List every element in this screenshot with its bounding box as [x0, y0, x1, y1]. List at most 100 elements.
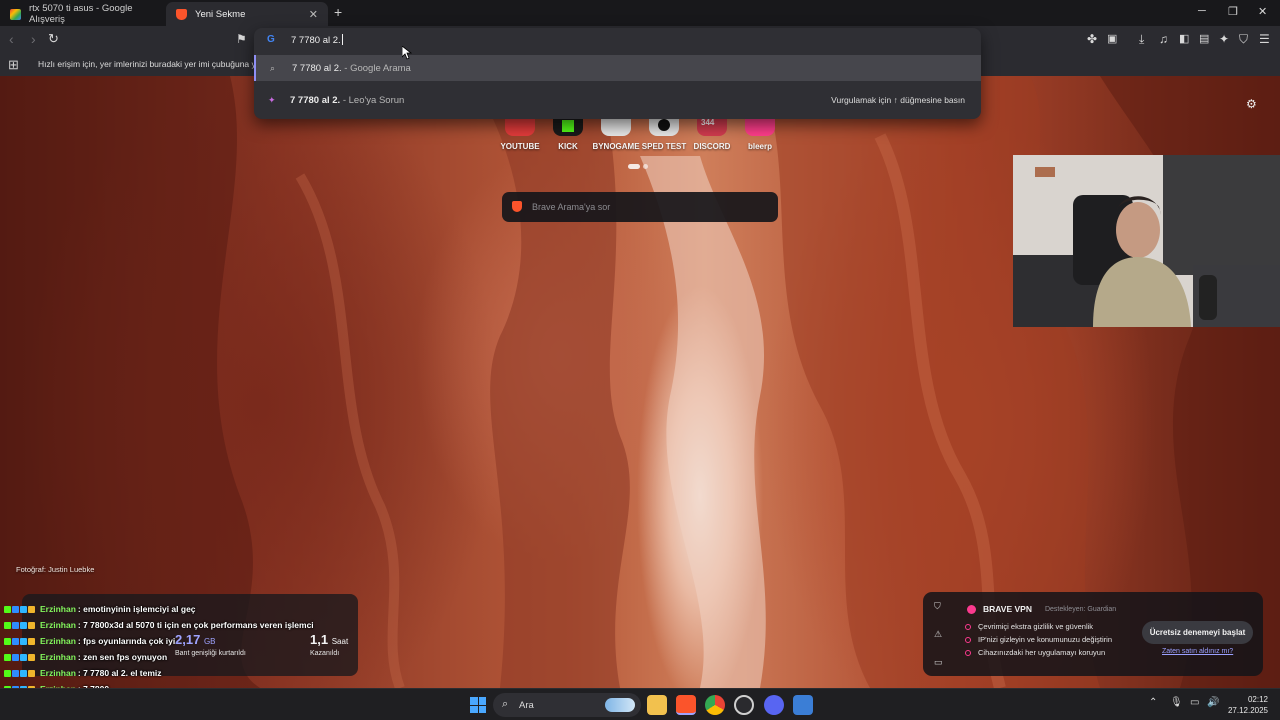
forward-button[interactable]: ›	[31, 32, 36, 46]
search-icon: ⌕	[502, 698, 509, 710]
webcam-feed	[1013, 155, 1280, 327]
tab-search-icon[interactable]: ▣	[1107, 32, 1117, 46]
suggestion-text: 7 7780 al 2. - Google Arama	[292, 63, 411, 74]
taskbar-search[interactable]: ⌕ Ara	[493, 693, 641, 717]
top-site-label: YOUTUBE	[500, 142, 540, 151]
tab-title: rtx 5070 ti asus - Google Alışveriş	[29, 3, 133, 25]
vpn-already-purchased-link[interactable]: Zaten satın aldınız mı?	[1162, 648, 1233, 655]
tab-google-shopping[interactable]: rtx 5070 ti asus - Google Alışveriş	[0, 2, 165, 26]
address-bar[interactable]: G 7 7780 al 2.	[254, 28, 981, 53]
leo-icon[interactable]: ✦	[1219, 32, 1229, 46]
minimize-button[interactable]: ─	[1198, 5, 1206, 17]
bandwidth-unit: GB	[203, 637, 216, 646]
page-dot-active[interactable]	[628, 164, 640, 169]
microphone-icon[interactable]: 🎙	[1170, 697, 1183, 708]
vpn-header: BRAVE VPN Destekleyen: Guardian	[967, 604, 1116, 614]
vpn-logo-icon	[967, 604, 976, 614]
search-highlight-image	[605, 698, 635, 712]
chat-message: Erzinhan : 7 7780 al 2. el temiz	[4, 666, 162, 680]
address-text: 7 7780 al 2.	[291, 35, 341, 46]
vpn-shield-icon: ⛉	[934, 601, 941, 611]
file-explorer-icon[interactable]	[647, 695, 667, 715]
menu-icon[interactable]: ☰	[1259, 32, 1270, 46]
chat-badges	[4, 669, 35, 677]
page-dot[interactable]	[643, 164, 648, 169]
chat-badges	[4, 621, 35, 629]
taskbar-clock[interactable]: 02:12 27.12.2025	[1226, 694, 1268, 716]
reload-button[interactable]: ↻	[48, 32, 59, 46]
omnibox-popup: G 7 7780 al 2. ⌕ 7 7780 al 2. - Google A…	[254, 28, 981, 119]
close-icon[interactable]: ✕	[309, 8, 318, 21]
address-bar-value[interactable]: 7 7780 al 2.	[291, 34, 343, 46]
vpn-trial-button[interactable]: Ücretsiz denemeyi başlat	[1142, 621, 1253, 644]
top-site-label: BYNOGAME	[592, 142, 640, 151]
bleerp-icon	[745, 118, 775, 136]
shield-icon[interactable]: ⛉	[1239, 32, 1248, 46]
chat-username: Erzinhan	[40, 652, 76, 662]
time-number: 1,1	[310, 632, 329, 647]
vpn-title: BRAVE VPN	[983, 604, 1032, 614]
download-icon[interactable]: ⤓	[1139, 32, 1144, 46]
top-site-kick[interactable]: KICK	[544, 118, 592, 151]
suggestion-source: - Google Arama	[341, 62, 411, 74]
brave-search-box[interactable]: Brave Arama'ya sor	[502, 192, 778, 222]
clock-time: 02:12	[1247, 695, 1268, 704]
chat-username: Erzinhan	[40, 604, 76, 614]
chat-username: Erzinhan	[40, 668, 76, 678]
top-site-youtube[interactable]: YOUTUBE	[496, 118, 544, 151]
suggestion-google-search[interactable]: ⌕ 7 7780 al 2. - Google Arama	[254, 55, 981, 81]
search-icon: ⌕	[270, 62, 276, 73]
suggestion-ask-leo[interactable]: ✦ 7 7780 al 2. - Leo'ya Sorun Vurgulamak…	[254, 87, 981, 113]
top-site-speedtest[interactable]: SPED TEST	[640, 118, 688, 151]
network-icon[interactable]: ▭	[1190, 697, 1199, 708]
restore-button[interactable]: ❐	[1228, 5, 1238, 18]
windows-taskbar: ⌕ Ara ⌃ 🎙 ▭ 🔊 02:12 27.12.2025	[0, 688, 1280, 720]
vpn-alert-icon: ⚠	[934, 629, 943, 639]
top-site-label: KICK	[558, 142, 578, 151]
brave-taskbar-icon[interactable]	[676, 695, 696, 715]
gear-icon[interactable]: ⚙	[1246, 97, 1257, 111]
bandwidth-value: 2,17 GB	[175, 632, 216, 647]
sidebar-icon[interactable]: ◧	[1179, 32, 1189, 46]
discord-taskbar-icon[interactable]	[764, 695, 784, 715]
volume-icon[interactable]: 🔊	[1207, 697, 1219, 708]
top-site-bynogame[interactable]: BYNOGAME	[592, 118, 640, 151]
google-icon: G	[267, 34, 275, 45]
suggestion-query: 7 7780 al 2.	[290, 94, 341, 106]
extensions-icon[interactable]: ✤	[1087, 32, 1097, 46]
chat-text: : 7 7800x3d al 5070 ti için en çok perfo…	[77, 620, 314, 630]
clock-date: 27.12.2025	[1227, 706, 1268, 715]
wallet-icon[interactable]: ▤	[1199, 32, 1209, 46]
chat-username: Erzinhan	[40, 620, 76, 630]
top-site-bleerp[interactable]: bleerp	[736, 118, 784, 151]
vpn-feature: Çevrimiçi ekstra gizlilik ve güvenlik	[965, 622, 1093, 631]
bookmark-icon[interactable]: ⚑	[236, 32, 247, 46]
bookmarks-hint: Hızlı erişim için, yer imlerinizi burada…	[38, 59, 291, 69]
back-button[interactable]: ‹	[9, 32, 14, 46]
check-icon	[965, 649, 971, 656]
bandwidth-label: Bant genişliği kurtarıldı	[175, 650, 246, 657]
new-tab-button[interactable]: +	[334, 4, 342, 20]
check-icon	[965, 623, 971, 630]
page-indicator[interactable]	[628, 164, 648, 169]
photo-credit: Fotoğraf: Justin Luebke	[16, 565, 95, 574]
tray-overflow-icon[interactable]: ⌃	[1149, 697, 1157, 708]
obs-icon[interactable]	[734, 695, 754, 715]
remote-desktop-icon[interactable]	[793, 695, 813, 715]
apps-grid-icon[interactable]: ⊞	[8, 57, 19, 73]
chrome-icon[interactable]	[705, 695, 725, 715]
tab-new-tab[interactable]: Yeni Sekme ✕	[166, 2, 328, 26]
media-icon[interactable]: ♫	[1159, 32, 1168, 46]
close-window-button[interactable]: ✕	[1258, 5, 1267, 18]
vpn-feature: IP'nizi gizleyin ve konumunuzu değiştiri…	[965, 635, 1112, 644]
chat-text: : 7 7780 al 2. el temiz	[77, 668, 162, 678]
windows-start-button[interactable]	[470, 697, 486, 713]
chat-badges	[4, 605, 35, 613]
vpn-feature: Cihazınızdaki her uygulamayı koruyun	[965, 648, 1105, 657]
top-site-discord[interactable]: 344 DISCORD	[688, 118, 736, 151]
bandwidth-stat: 2,17 GB Bant genişliği kurtarıldı	[175, 632, 246, 657]
chat-text: : emotinyinin işlemciyi al geç	[77, 604, 196, 614]
suggestion-text: 7 7780 al 2. - Leo'ya Sorun	[290, 95, 404, 106]
tab-title: Yeni Sekme	[195, 8, 246, 20]
chat-message: Erzinhan : fps oyunlarında çok iyi	[4, 634, 175, 648]
